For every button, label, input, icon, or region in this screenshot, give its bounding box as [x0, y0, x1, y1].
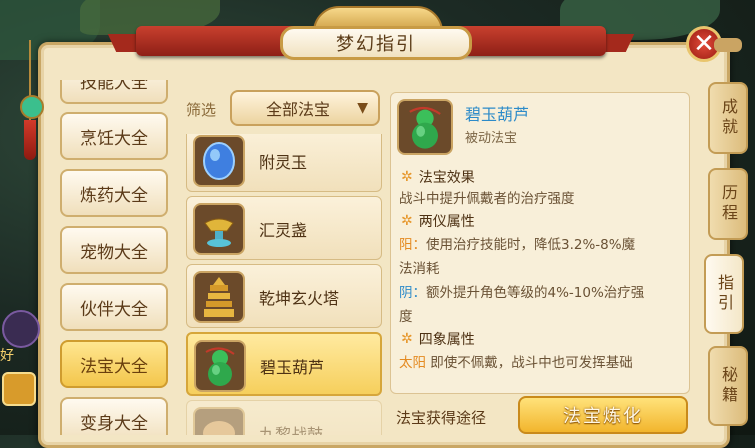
section-dual-header: ✲ 两仪属性 [401, 211, 475, 231]
list-item-name: 乾坤玄火塔 [259, 289, 340, 308]
category-transform[interactable]: 变身大全 [60, 397, 168, 435]
list-item-name: 九黎战鼓 [259, 425, 324, 435]
taiyang-line: 太阳 即使不佩戴，战斗中也可发挥基础 [399, 351, 633, 371]
category-alchemy[interactable]: 炼药大全 [60, 169, 168, 217]
category-cooking[interactable]: 烹饪大全 [60, 112, 168, 160]
refine-treasure-button[interactable]: 法宝炼化 [518, 396, 688, 434]
tab-history[interactable]: 历程 [708, 168, 748, 240]
chevron-down-icon: ▼ [357, 100, 368, 116]
list-item[interactable]: 九黎战鼓 [186, 400, 382, 435]
blue-jade-icon [193, 135, 245, 187]
effect-line: 战斗中提升佩戴者的治疗强度 [399, 191, 575, 207]
wizard-avatar-icon[interactable] [2, 310, 40, 348]
detail-type: 被动法宝 [465, 131, 518, 146]
yang-line-1: 阳：使用治疗技能时，降低3.2%-8%魔 [399, 233, 635, 253]
lamp-icon [193, 203, 245, 255]
list-item-name: 汇灵盏 [259, 221, 308, 240]
acquisition-label: 法宝获得途径 [396, 409, 487, 427]
edge-label: 好 [0, 348, 14, 364]
scroll-knob [714, 38, 742, 52]
yin-line-2: 度 [399, 309, 413, 325]
category-list: 技能大全 烹饪大全 炼药大全 宠物大全 伙伴大全 法宝大全 变身大全 [52, 80, 174, 435]
filter-label: 筛选 [186, 101, 217, 119]
close-icon: ✕ [693, 29, 715, 59]
category-pets[interactable]: 宠物大全 [60, 226, 168, 274]
filter-selected-value: 全部法宝 [266, 100, 331, 119]
yang-text: 使用治疗技能时，降低3.2%-8%魔 [426, 237, 636, 253]
tassel-icon [24, 120, 36, 160]
category-treasures[interactable]: 法宝大全 [60, 340, 168, 388]
treasure-detail: 碧玉葫芦 被动法宝 ✲ 法宝效果 战斗中提升佩戴者的治疗强度 ✲ 两仪属性 阳：… [390, 92, 690, 394]
gourd-icon [397, 99, 453, 155]
gourd-icon [194, 340, 246, 392]
list-item[interactable]: 乾坤玄火塔 [186, 264, 382, 328]
tab-secrets[interactable]: 秘籍 [708, 346, 748, 426]
jade-pendant-icon [20, 95, 44, 119]
category-skills[interactable]: 技能大全 [60, 80, 168, 104]
yang-key: 阳： [399, 237, 426, 253]
section-title: 两仪属性 [418, 214, 475, 230]
drum-icon [193, 407, 245, 435]
star-icon: ✲ [401, 169, 413, 185]
category-partners[interactable]: 伙伴大全 [60, 283, 168, 331]
chat-icon[interactable] [2, 372, 36, 406]
star-icon: ✲ [401, 213, 413, 229]
list-item[interactable]: 汇灵盏 [186, 196, 382, 260]
page-title: 梦幻指引 [280, 26, 472, 60]
yin-text: 额外提升角色等级的4%-10%治疗强 [426, 285, 645, 301]
star-icon: ✲ [401, 331, 413, 347]
list-item-selected[interactable]: 碧玉葫芦 [186, 332, 382, 396]
yin-line-1: 阴：额外提升角色等级的4%-10%治疗强 [399, 281, 644, 301]
tab-achievements[interactable]: 成就 [708, 82, 748, 154]
taiyang-key: 太阳 [399, 355, 426, 371]
detail-title: 碧玉葫芦 [465, 105, 530, 124]
list-item-name: 碧玉葫芦 [260, 358, 325, 377]
list-item[interactable]: 附灵玉 [186, 134, 382, 192]
section-title: 四象属性 [418, 332, 475, 348]
pagoda-icon [193, 271, 245, 323]
section-four-header: ✲ 四象属性 [401, 329, 475, 349]
yin-key: 阴： [399, 285, 426, 301]
filter-dropdown[interactable]: 全部法宝 ▼ [230, 90, 380, 126]
yang-line-2: 法消耗 [399, 261, 440, 277]
taiyang-text: 即使不佩戴，战斗中也可发挥基础 [430, 355, 633, 371]
treasure-list: 附灵玉 汇灵盏 乾坤玄火塔 碧玉葫芦 九黎战鼓 [180, 134, 386, 435]
section-effect-header: ✲ 法宝效果 [401, 167, 475, 187]
list-item-name: 附灵玉 [259, 153, 308, 172]
tab-guide[interactable]: 指引 [704, 254, 744, 334]
section-title: 法宝效果 [418, 170, 475, 186]
